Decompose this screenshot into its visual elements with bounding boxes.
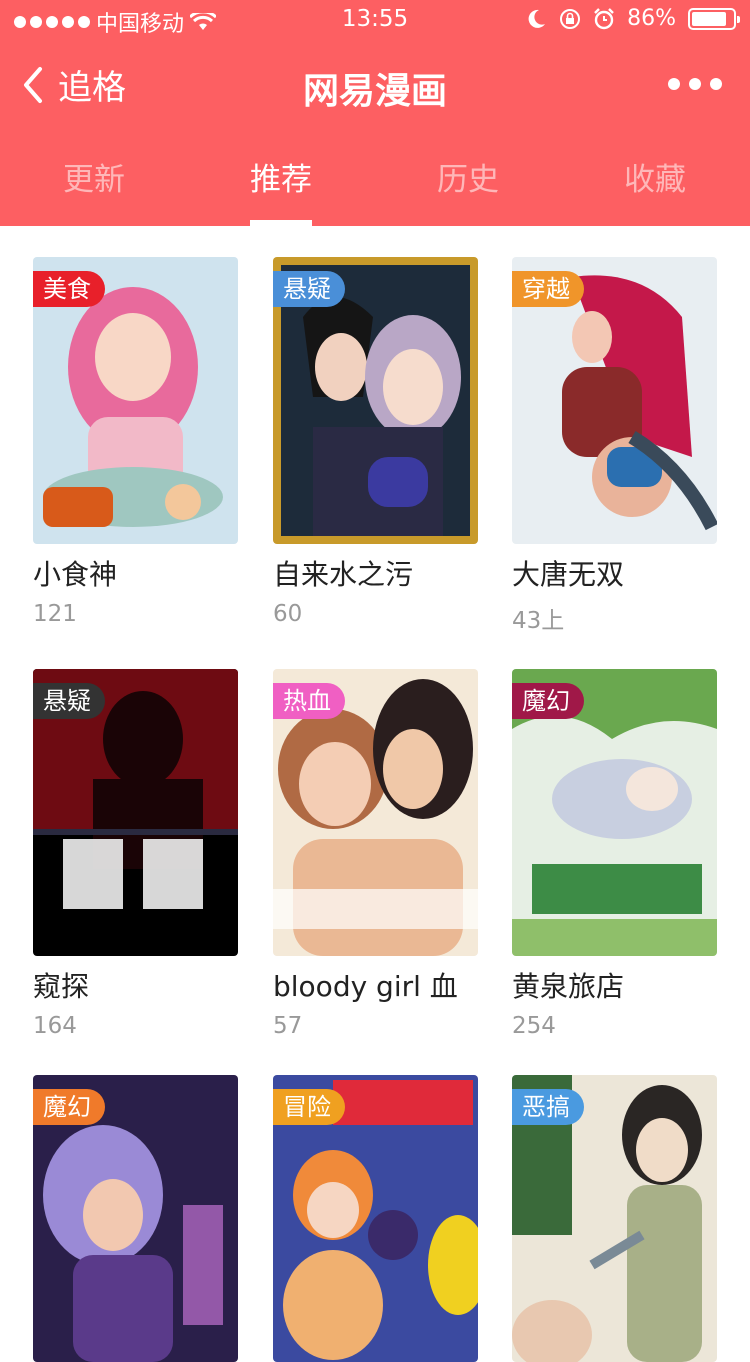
- genre-badge: 穿越: [512, 271, 584, 307]
- comic-count: 164: [33, 1013, 77, 1039]
- status-bar: 中国移动 13:55 86%: [0, 0, 750, 40]
- genre-badge: 悬疑: [33, 683, 105, 719]
- comic-count: 60: [273, 601, 303, 627]
- comic-count: 254: [512, 1013, 556, 1039]
- rotation-lock-icon: [560, 8, 581, 29]
- tab-history[interactable]: 历史: [408, 154, 528, 199]
- alarm-icon: [594, 7, 614, 29]
- genre-badge: 魔幻: [512, 683, 584, 719]
- moon-icon: [528, 9, 546, 28]
- battery-icon: [688, 7, 740, 30]
- more-dot-icon: [710, 78, 722, 90]
- comic-title: 窥探: [33, 970, 90, 1003]
- comic-title: 小食神: [33, 558, 118, 591]
- more-button[interactable]: [668, 78, 722, 90]
- comic-title: bloody girl 血: [273, 970, 458, 1003]
- genre-badge: 冒险: [273, 1089, 345, 1125]
- genre-badge: 恶搞: [512, 1089, 584, 1125]
- nav-bar: 追格 网易漫画: [0, 50, 750, 120]
- genre-badge: 美食: [33, 271, 105, 307]
- comic-count: 43上: [512, 608, 565, 634]
- genre-badge: 热血: [273, 683, 345, 719]
- battery-percent: 86%: [627, 6, 676, 31]
- tab-indicator: [250, 220, 312, 226]
- comic-count: 121: [33, 601, 77, 627]
- genre-badge: 悬疑: [273, 271, 345, 307]
- comic-count: 57: [273, 1013, 303, 1039]
- comic-title: 黄泉旅店: [512, 970, 625, 1003]
- tab-recommended[interactable]: 推荐: [221, 154, 341, 199]
- tab-bar: 更新 推荐 历史 收藏: [0, 140, 750, 226]
- app-header: 中国移动 13:55 86% 追格 网易漫画 更新 推荐 历史 收藏: [0, 0, 750, 226]
- tab-updates[interactable]: 更新: [34, 154, 154, 199]
- genre-badge: 魔幻: [33, 1089, 105, 1125]
- tab-favorites[interactable]: 收藏: [595, 154, 715, 199]
- more-dot-icon: [668, 78, 680, 90]
- more-dot-icon: [689, 78, 701, 90]
- comic-title: 自来水之污: [273, 558, 414, 591]
- page-title: 网易漫画: [302, 71, 447, 112]
- comic-title: 大唐无双: [512, 558, 625, 591]
